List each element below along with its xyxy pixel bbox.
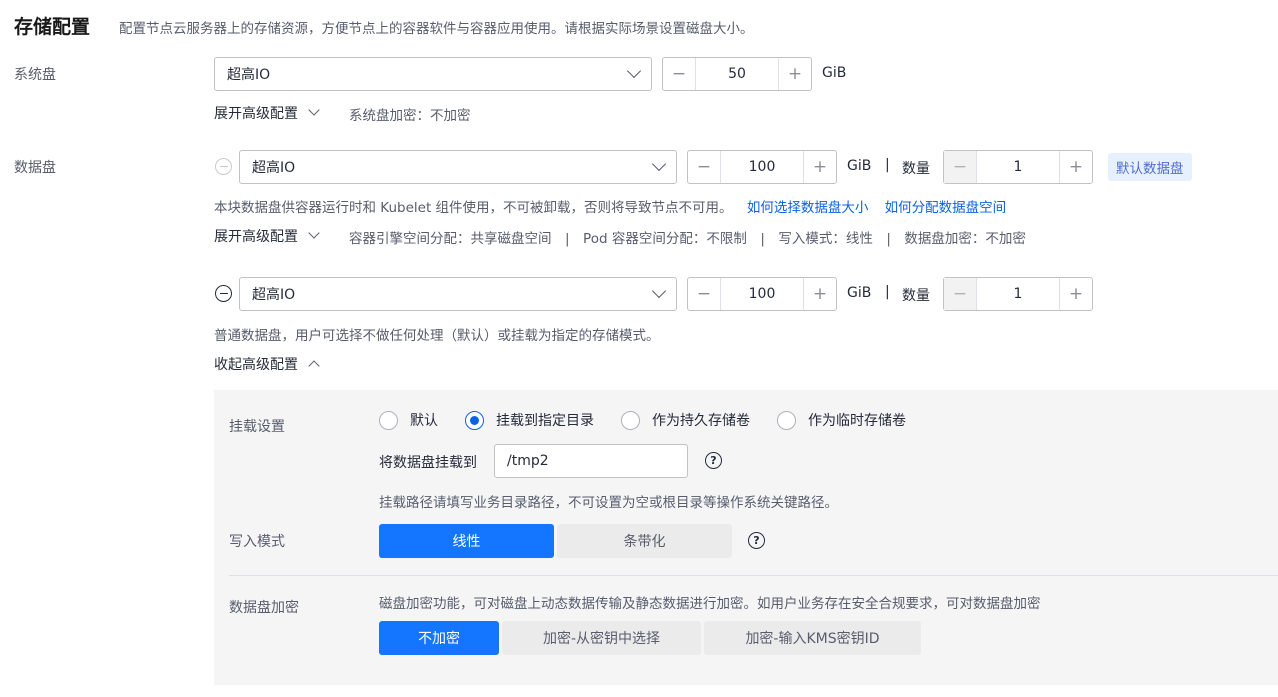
data-disk-1-size-stepper[interactable]: − 100 + xyxy=(687,150,837,184)
chevron-down-icon xyxy=(308,227,320,239)
decrement-button[interactable]: − xyxy=(663,58,696,90)
write-mode-linear-button[interactable]: 线性 xyxy=(379,524,554,558)
data-disk-1-type-value: 超高IO xyxy=(252,160,296,176)
data-disk-2-hint: 普通数据盘，用户可选择不做任何处理（默认）或挂载为指定的存储模式。 xyxy=(214,328,660,344)
system-disk-type-select[interactable]: 超高IO xyxy=(214,57,652,91)
system-disk-encryption-info: 系统盘加密：不加密 xyxy=(349,108,471,124)
encryption-select-key-button[interactable]: 加密-从密钥中选择 xyxy=(502,621,701,655)
advanced-toggle-label: 收起高级配置 xyxy=(214,357,298,373)
data-disk-1-hint-text: 本块数据盘供容器运行时和 Kubelet 组件使用，不可被卸载，否则将导致节点不… xyxy=(214,200,733,216)
increment-button[interactable]: + xyxy=(803,151,836,183)
page-title: 存储配置 xyxy=(14,16,91,38)
data-disk-2-unit: GiB xyxy=(847,285,872,301)
data-disk-1-unit: GiB xyxy=(847,158,872,174)
data-disk-2-type-select[interactable]: 超高IO xyxy=(239,277,677,311)
increment-button[interactable]: + xyxy=(778,58,811,90)
data-disk-2-quantity-value[interactable]: 1 xyxy=(977,278,1059,310)
radio-icon xyxy=(379,410,398,430)
mount-path-input[interactable]: /tmp2 xyxy=(494,444,688,478)
data-disk-1-quantity-label: 数量 xyxy=(902,161,930,177)
system-disk-size-stepper[interactable]: − 50 + xyxy=(662,57,812,91)
decrement-button[interactable]: − xyxy=(944,151,977,183)
how-to-allocate-disk-space-link[interactable]: 如何分配数据盘空间 xyxy=(885,200,1007,216)
increment-button[interactable]: + xyxy=(803,278,836,310)
chevron-down-icon xyxy=(651,156,667,172)
system-disk-label: 系统盘 xyxy=(14,67,56,83)
chevron-down-icon xyxy=(651,283,667,299)
encryption-description: 磁盘加密功能，可对磁盘上动态数据传输及静态数据进行加密。如用户业务存在安全合规要… xyxy=(379,596,1041,612)
data-disk-label: 数据盘 xyxy=(14,160,56,176)
system-disk-size-value[interactable]: 50 xyxy=(696,58,778,90)
how-to-choose-disk-size-link[interactable]: 如何选择数据盘大小 xyxy=(747,200,869,216)
panel-divider xyxy=(229,575,1278,576)
write-mode-striped-button[interactable]: 条带化 xyxy=(557,524,732,558)
data-disk-1-quantity-stepper[interactable]: − 1 + xyxy=(943,150,1093,184)
help-icon[interactable]: ? xyxy=(705,452,722,469)
encryption-none-button[interactable]: 不加密 xyxy=(379,621,499,655)
separator: | xyxy=(885,284,890,300)
default-data-disk-badge: 默认数据盘 xyxy=(1108,153,1192,181)
chevron-down-icon xyxy=(308,104,320,116)
increment-button[interactable]: + xyxy=(1059,278,1092,310)
system-disk-type-value: 超高IO xyxy=(227,67,271,83)
data-disk-encryption-label: 数据盘加密 xyxy=(229,600,299,616)
radio-icon xyxy=(621,410,640,430)
encryption-kms-key-id-button[interactable]: 加密-输入KMS密钥ID xyxy=(704,621,921,655)
radio-label: 挂载到指定目录 xyxy=(496,413,594,429)
data-disk-2-size-stepper[interactable]: − 100 + xyxy=(687,277,837,311)
mount-option-persistent-volume[interactable]: 作为持久存储卷 xyxy=(621,410,750,430)
decrement-button[interactable]: − xyxy=(688,278,721,310)
data-disk-2-size-value[interactable]: 100 xyxy=(721,278,803,310)
data-disk-2-quantity-label: 数量 xyxy=(902,288,930,304)
data-disk-1-advanced-toggle[interactable]: 展开高级配置 xyxy=(214,226,320,246)
data-disk-1-advanced-summary: 容器引擎空间分配：共享磁盘空间 | Pod 容器空间分配：不限制 | 写入模式：… xyxy=(349,231,1026,247)
radio-checked-icon xyxy=(465,410,484,430)
increment-button[interactable]: + xyxy=(1059,151,1092,183)
advanced-toggle-label: 展开高级配置 xyxy=(214,229,298,245)
system-disk-unit: GiB xyxy=(822,65,847,81)
mount-option-ephemeral-volume[interactable]: 作为临时存储卷 xyxy=(777,410,906,430)
remove-disk-icon[interactable] xyxy=(215,285,232,302)
remove-disk-icon xyxy=(215,158,232,175)
data-disk-2-type-value: 超高IO xyxy=(252,287,296,303)
radio-label: 作为临时存储卷 xyxy=(808,413,906,429)
decrement-button[interactable]: − xyxy=(688,151,721,183)
radio-label: 作为持久存储卷 xyxy=(652,413,750,429)
mount-option-directory[interactable]: 挂载到指定目录 xyxy=(465,410,594,430)
chevron-up-icon xyxy=(308,360,320,372)
data-disk-1-size-value[interactable]: 100 xyxy=(721,151,803,183)
radio-icon xyxy=(777,410,796,430)
mount-options-radio-group: 默认 挂载到指定目录 作为持久存储卷 作为临时存储卷 xyxy=(379,410,906,430)
write-mode-label: 写入模式 xyxy=(229,534,285,550)
data-disk-2-quantity-stepper[interactable]: − 1 + xyxy=(943,277,1093,311)
mount-path-hint: 挂载路径请填写业务目录路径，不可设置为空或根目录等操作系统关键路径。 xyxy=(379,495,838,511)
data-disk-1-type-select[interactable]: 超高IO xyxy=(239,150,677,184)
chevron-down-icon xyxy=(626,63,642,79)
help-icon[interactable]: ? xyxy=(748,532,765,549)
decrement-button[interactable]: − xyxy=(944,278,977,310)
advanced-toggle-label: 展开高级配置 xyxy=(214,106,298,122)
data-disk-2-advanced-toggle[interactable]: 收起高级配置 xyxy=(214,354,320,374)
mount-option-default[interactable]: 默认 xyxy=(379,410,438,430)
data-disk-1-hint: 本块数据盘供容器运行时和 Kubelet 组件使用，不可被卸载，否则将导致节点不… xyxy=(214,196,1006,216)
page-description: 配置节点云服务器上的存储资源，方便节点上的容器软件与容器应用使用。请根据实际场景… xyxy=(119,21,754,37)
radio-label: 默认 xyxy=(410,413,438,429)
data-disk-1-quantity-value[interactable]: 1 xyxy=(977,151,1059,183)
separator: | xyxy=(885,157,890,173)
system-disk-advanced-toggle[interactable]: 展开高级配置 xyxy=(214,103,320,123)
mount-settings-label: 挂载设置 xyxy=(229,419,285,435)
mount-path-label: 将数据盘挂载到 xyxy=(379,455,477,471)
